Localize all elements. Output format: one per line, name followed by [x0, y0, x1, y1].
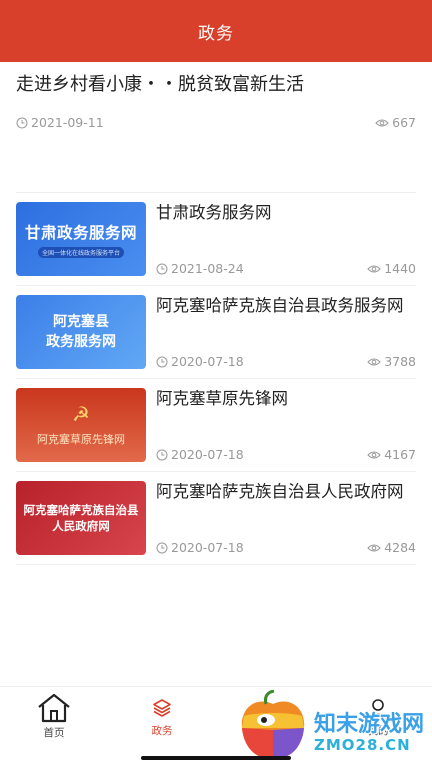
item-title[interactable]: 甘肃政务服务网 [156, 200, 416, 226]
tab-government-label: 政务 [151, 725, 173, 737]
thumbnail-subtext: 全国一体化在线政务服务平台 [37, 246, 124, 258]
item-date: 2020-07-18 [171, 354, 244, 369]
thumbnail-text-line1: 阿克塞县 [53, 314, 109, 330]
item-title[interactable]: 阿克塞哈萨克族自治县政务服务网 [156, 293, 416, 319]
clock-icon [156, 263, 168, 274]
article-list: 甘肃政务服务网 全国一体化在线政务服务平台 甘肃政务服务网 2021-08-24… [0, 193, 432, 565]
item-meta: 2021-08-24 1440 [156, 261, 416, 276]
app-header: 政务 [0, 0, 432, 62]
watermark: 知末游戏网 ZMO28.CN [232, 680, 432, 768]
thumbnail-image[interactable]: ☭ 阿克塞草原先锋网 [16, 388, 146, 462]
thumbnail-image[interactable]: 甘肃政务服务网 全国一体化在线政务服务平台 [16, 202, 146, 276]
list-item[interactable]: 甘肃政务服务网 全国一体化在线政务服务平台 甘肃政务服务网 2021-08-24… [16, 193, 416, 286]
thumbnail-image[interactable]: 阿克塞哈萨克族自治县 人民政府网 [16, 481, 146, 555]
watermark-url: ZMO28.CN [314, 736, 411, 754]
list-item[interactable]: 阿克塞哈萨克族自治县 人民政府网 阿克塞哈萨克族自治县人民政府网 2020-07… [16, 472, 416, 565]
item-views: 1440 [384, 261, 416, 276]
item-views: 4284 [384, 540, 416, 555]
clock-icon [156, 449, 168, 460]
featured-meta: 2021-09-11 667 [16, 115, 416, 130]
item-date: 2020-07-18 [171, 447, 244, 462]
featured-date: 2021-09-11 [31, 115, 104, 130]
watermark-logo-icon [241, 690, 305, 758]
featured-article[interactable]: 走进乡村看小康・・脱贫致富新生活 2021-09-11 667 [0, 62, 432, 192]
tab-home[interactable]: 首页 [0, 687, 108, 768]
party-emblem-icon: ☭ [72, 402, 90, 426]
list-item[interactable]: ☭ 阿克塞草原先锋网 阿克塞草原先锋网 2020-07-18 4167 [16, 379, 416, 472]
page-title: 政务 [198, 23, 234, 44]
item-meta: 2020-07-18 4284 [156, 540, 416, 555]
thumbnail-text-line2: 政务服务网 [46, 334, 116, 350]
home-indicator [141, 756, 291, 760]
home-icon [38, 693, 70, 723]
item-title[interactable]: 阿克塞哈萨克族自治县人民政府网 [156, 479, 416, 505]
tab-home-label: 首页 [43, 727, 65, 739]
item-views: 4167 [384, 447, 416, 462]
item-meta: 2020-07-18 4167 [156, 447, 416, 462]
cube-icon [153, 699, 171, 717]
clock-icon [156, 356, 168, 367]
clock-icon [16, 117, 28, 128]
eye-icon [367, 451, 381, 458]
clock-icon [156, 542, 168, 553]
featured-views: 667 [392, 115, 416, 130]
thumbnail-text-line2: 人民政府网 [52, 519, 110, 533]
item-date: 2021-08-24 [171, 261, 244, 276]
eye-icon [367, 358, 381, 365]
thumbnail-text-line1: 阿克塞哈萨克族自治县 [23, 503, 139, 517]
thumbnail-text: 阿克塞草原先锋网 [37, 433, 125, 446]
thumbnail-text: 甘肃政务服务网 [24, 223, 137, 242]
thumbnail-image[interactable]: 阿克塞县 政务服务网 [16, 295, 146, 369]
eye-icon [367, 544, 381, 551]
eye-icon [367, 265, 381, 272]
item-views: 3788 [384, 354, 416, 369]
watermark-text: 知末游戏网 [314, 712, 425, 737]
item-date: 2020-07-18 [171, 540, 244, 555]
item-meta: 2020-07-18 3788 [156, 354, 416, 369]
eye-icon [375, 119, 389, 126]
item-title[interactable]: 阿克塞草原先锋网 [156, 386, 416, 412]
list-item[interactable]: 阿克塞县 政务服务网 阿克塞哈萨克族自治县政务服务网 2020-07-18 37… [16, 286, 416, 379]
featured-title[interactable]: 走进乡村看小康・・脱贫致富新生活 [16, 72, 416, 98]
